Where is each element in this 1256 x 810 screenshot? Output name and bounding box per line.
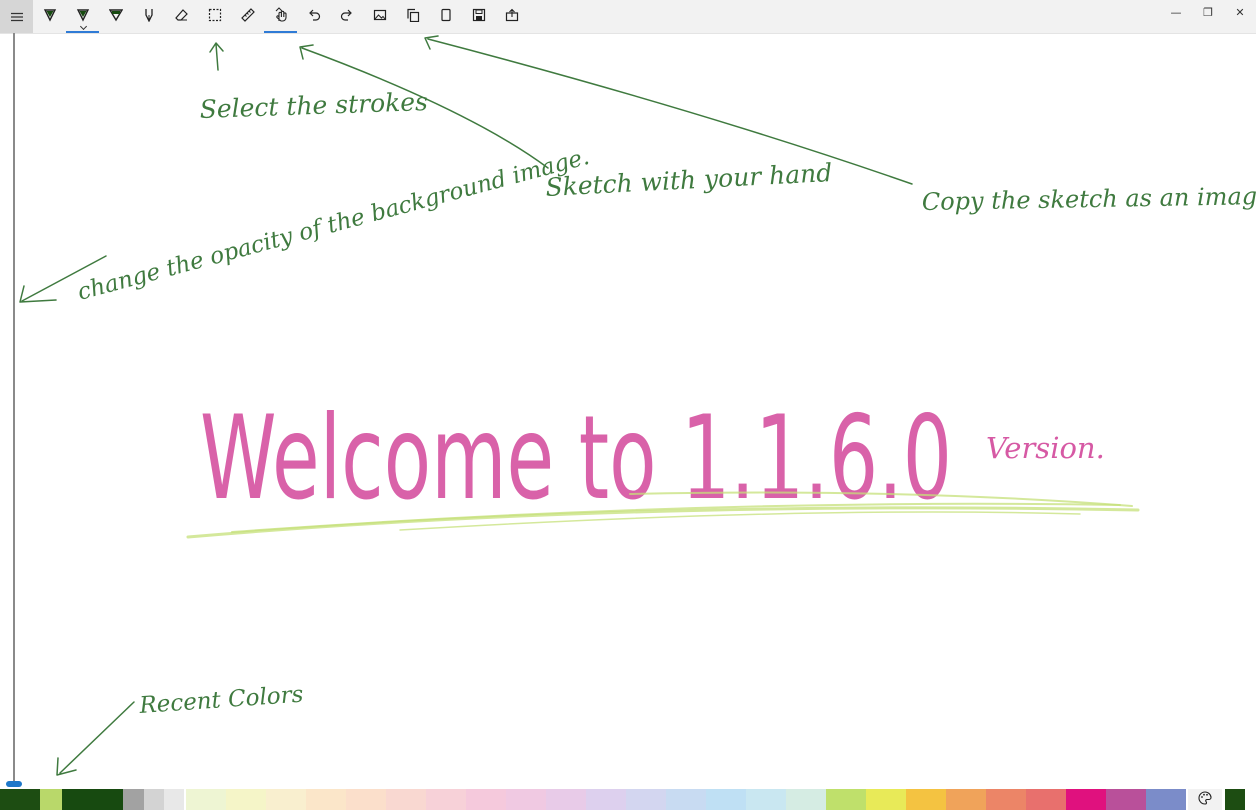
palette-color-swatch[interactable] (786, 789, 826, 810)
undo-icon (307, 7, 321, 26)
recent-colors-bar (0, 789, 184, 810)
drawing-canvas[interactable]: Select the strokes Sketch with your hand… (0, 33, 1256, 789)
redo-button[interactable] (330, 0, 363, 33)
annotation-select-strokes: Select the strokes (199, 87, 428, 124)
color-picker-button[interactable] (1188, 789, 1222, 810)
recent-color-swatch[interactable] (144, 789, 164, 810)
palette-color-swatch[interactable] (546, 789, 586, 810)
share-button[interactable] (495, 0, 528, 33)
palette-color-swatch[interactable] (226, 789, 266, 810)
menu-icon (10, 7, 23, 26)
arrow-to-selection (209, 42, 224, 71)
share-icon (505, 7, 519, 26)
palette-color-swatch[interactable] (426, 789, 466, 810)
calligraphy-pen-icon (142, 7, 156, 26)
copy-icon (406, 7, 420, 26)
eraser-button[interactable] (165, 0, 198, 33)
restore-icon: ❐ (1203, 5, 1213, 19)
palette-color-swatch[interactable] (346, 789, 386, 810)
palette-color-swatch[interactable] (586, 789, 626, 810)
recent-color-swatch[interactable] (103, 789, 123, 810)
palette-color-swatch[interactable] (946, 789, 986, 810)
color-swatch[interactable] (1225, 789, 1245, 810)
palette-color-swatch[interactable] (186, 789, 226, 810)
page-button[interactable] (429, 0, 462, 33)
palette-color-swatch[interactable] (746, 789, 786, 810)
palette-color-swatch[interactable] (1026, 789, 1066, 810)
minimize-icon: — (1170, 5, 1182, 19)
app-window: — ❐ ✕ Select the strokes Sketch with you… (0, 0, 1256, 810)
touch-writing-button[interactable] (264, 0, 297, 33)
palette-color-swatch[interactable] (626, 789, 666, 810)
undo-button[interactable] (297, 0, 330, 33)
minimize-button[interactable]: — (1160, 0, 1192, 24)
page-icon (439, 7, 453, 26)
restore-button[interactable]: ❐ (1192, 0, 1224, 24)
palette-color-swatch[interactable] (266, 789, 306, 810)
menu-button[interactable] (0, 0, 33, 33)
palette-color-swatch[interactable] (1106, 789, 1146, 810)
palette-color-swatch[interactable] (466, 789, 506, 810)
pen-icon (43, 7, 57, 26)
arrow-to-copy (424, 35, 913, 185)
touch-writing-icon (273, 6, 289, 27)
save-icon (472, 7, 486, 26)
palette-color-swatch[interactable] (706, 789, 746, 810)
recent-color-swatch[interactable] (40, 789, 62, 810)
ruler-button[interactable] (231, 0, 264, 33)
palette-color-swatch[interactable] (506, 789, 546, 810)
palette-color-swatch[interactable] (1146, 789, 1186, 810)
annotation-opacity: change the opacity of the background ima… (75, 144, 592, 306)
recent-color-swatch[interactable] (62, 789, 103, 810)
palette-icon (1198, 790, 1212, 809)
redo-icon (340, 7, 354, 26)
opacity-slider-thumb[interactable] (6, 781, 22, 787)
eraser-icon (174, 7, 189, 26)
close-icon: ✕ (1235, 5, 1245, 19)
recent-color-swatch[interactable] (164, 789, 184, 810)
copy-button[interactable] (396, 0, 429, 33)
highlighter-button[interactable] (99, 0, 132, 33)
toolbar: — ❐ ✕ (0, 0, 1256, 34)
save-button[interactable] (462, 0, 495, 33)
background-image-button[interactable] (363, 0, 396, 33)
color-palette (186, 789, 1186, 810)
annotation-copy-sketch: Copy the sketch as an image. (922, 182, 1256, 216)
recent-color-swatch[interactable] (123, 789, 144, 810)
background-image-icon (373, 7, 387, 26)
arrow-to-recent-colors (56, 701, 135, 776)
pencil-button[interactable] (66, 0, 99, 33)
pen-button[interactable] (33, 0, 66, 33)
highlighter-icon (108, 7, 123, 26)
palette-color-swatch[interactable] (306, 789, 346, 810)
selection-button[interactable] (198, 0, 231, 33)
annotation-recent-colors: Recent Colors (138, 682, 305, 719)
chevron-down-icon (79, 22, 87, 31)
palette-color-swatch[interactable] (906, 789, 946, 810)
calligraphy-pen-button[interactable] (132, 0, 165, 33)
ruler-icon (240, 7, 255, 26)
background-opacity-slider[interactable] (13, 33, 15, 785)
close-button[interactable]: ✕ (1224, 0, 1256, 24)
palette-color-swatch[interactable] (666, 789, 706, 810)
palette-color-swatch[interactable] (386, 789, 426, 810)
palette-color-swatch[interactable] (1066, 789, 1106, 810)
selection-icon (208, 7, 222, 26)
palette-color-swatch[interactable] (866, 789, 906, 810)
palette-color-swatch[interactable] (986, 789, 1026, 810)
recent-color-swatch[interactable] (0, 789, 40, 810)
welcome-version-suffix: Version. (986, 431, 1105, 465)
palette-color-swatch[interactable] (826, 789, 866, 810)
